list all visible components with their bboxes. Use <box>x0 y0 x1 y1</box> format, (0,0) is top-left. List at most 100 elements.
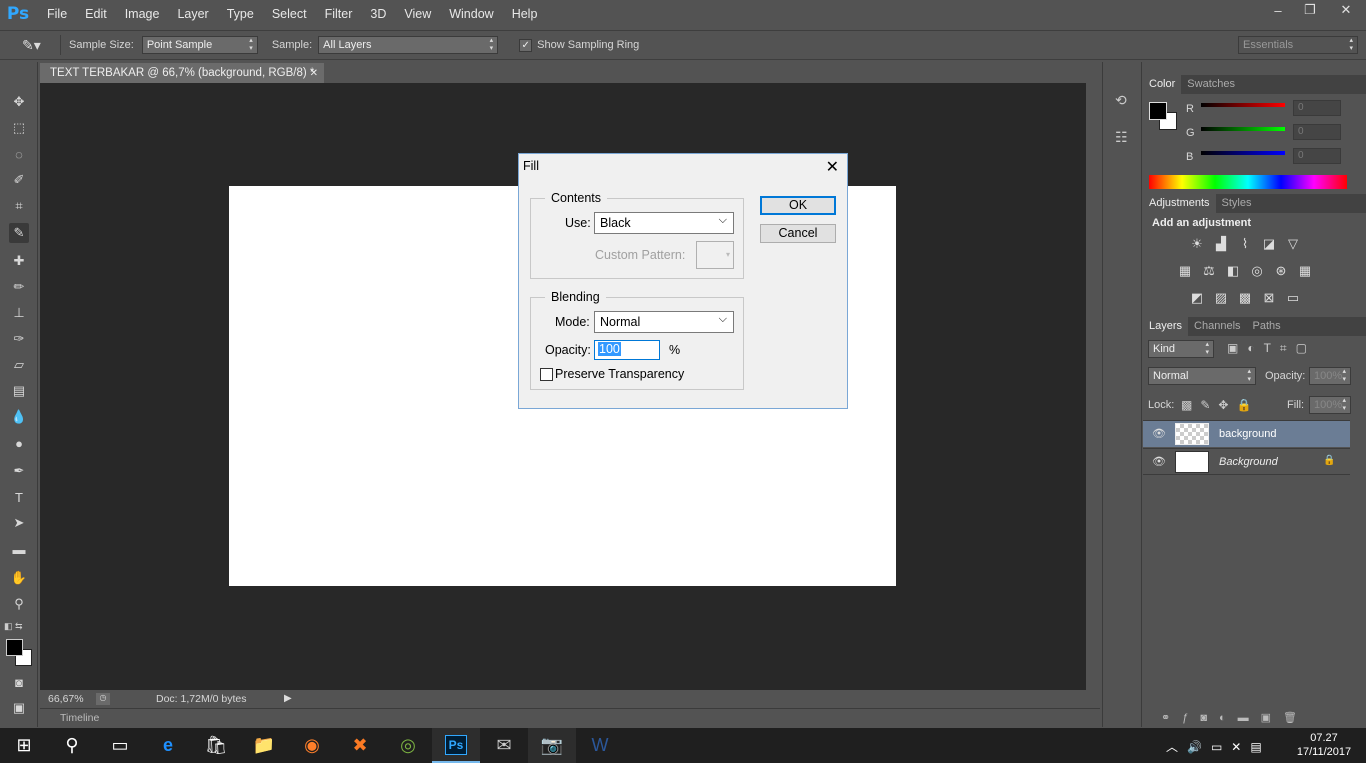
workspace-select[interactable]: Essentials <box>1238 36 1358 54</box>
camera-app-icon[interactable]: 📷 <box>528 728 576 763</box>
gradient-map-icon[interactable]: ▭ <box>1285 290 1301 305</box>
exposure-icon[interactable]: ◪ <box>1261 236 1277 251</box>
gradient-tool-icon[interactable]: ▤ <box>9 381 29 401</box>
color-spectrum[interactable] <box>1149 175 1347 189</box>
g-value[interactable]: 0 <box>1293 124 1341 140</box>
restore-button[interactable]: ❐ <box>1294 0 1326 20</box>
layer-name[interactable]: background <box>1219 428 1277 440</box>
menu-filter[interactable]: Filter <box>316 7 362 21</box>
brush-tool-icon[interactable]: ✏ <box>9 277 29 297</box>
hand-tool-icon[interactable]: ✋ <box>9 568 29 588</box>
visibility-eye-icon[interactable]: 👁 <box>1152 427 1166 440</box>
minimize-button[interactable]: – <box>1262 0 1294 20</box>
selective-color-icon[interactable]: ⊠ <box>1261 290 1277 305</box>
show-sampling-ring-checkbox[interactable]: ✓ <box>519 38 533 52</box>
vertical-scrollbar[interactable] <box>1086 83 1100 690</box>
cancel-button[interactable]: Cancel <box>760 224 836 243</box>
menu-select[interactable]: Select <box>263 7 316 21</box>
r-slider[interactable] <box>1201 103 1285 107</box>
levels-icon[interactable]: ▟ <box>1213 236 1229 251</box>
eyedropper-tool-icon[interactable]: ✎ <box>9 223 29 243</box>
visibility-eye-icon[interactable]: 👁 <box>1152 455 1166 468</box>
sample-select[interactable]: All Layers <box>318 36 499 54</box>
pen-tool-icon[interactable]: ✒ <box>9 461 29 481</box>
menu-window[interactable]: Window <box>440 7 502 21</box>
vibrance-icon[interactable]: ▽ <box>1285 236 1301 251</box>
task-view-icon[interactable]: ▭ <box>96 728 144 763</box>
ok-button[interactable]: OK <box>760 196 836 215</box>
path-selection-tool-icon[interactable]: ➤ <box>9 513 29 533</box>
menu-type[interactable]: Type <box>218 7 263 21</box>
tab-swatches[interactable]: Swatches <box>1181 75 1241 94</box>
blur-tool-icon[interactable]: 💧 <box>9 407 29 427</box>
color-lookup-icon[interactable]: ▦ <box>1297 263 1313 278</box>
photo-filter-icon[interactable]: ◎ <box>1249 263 1265 278</box>
history-brush-tool-icon[interactable]: ✑ <box>9 329 29 349</box>
tab-color[interactable]: Color <box>1143 75 1182 94</box>
android-studio-icon[interactable]: ◎ <box>384 728 432 763</box>
layer-fill-field[interactable]: 100% <box>1309 396 1351 414</box>
crop-tool-icon[interactable]: ⌗ <box>9 196 29 216</box>
menu-layer[interactable]: Layer <box>168 7 217 21</box>
sample-size-select[interactable]: Point Sample <box>141 36 258 54</box>
lasso-tool-icon[interactable]: ◌ <box>9 144 29 164</box>
g-slider[interactable] <box>1201 127 1285 131</box>
curves-icon[interactable]: ⌇ <box>1237 236 1253 251</box>
close-document-icon[interactable]: ✕ <box>310 68 318 79</box>
color-fg-swatch[interactable] <box>1149 102 1167 120</box>
xampp-icon[interactable]: ✖ <box>336 728 384 763</box>
eraser-tool-icon[interactable]: ▱ <box>9 355 29 375</box>
clone-stamp-tool-icon[interactable]: ⊥ <box>9 303 29 323</box>
healing-brush-tool-icon[interactable]: ✚ <box>9 251 29 271</box>
menu-3d[interactable]: 3D <box>361 7 395 21</box>
default-colors-icon[interactable]: ◧ ⇆ <box>4 621 34 631</box>
tab-layers[interactable]: Layers <box>1143 317 1189 336</box>
mode-select[interactable]: Normal <box>594 309 734 333</box>
menu-image[interactable]: Image <box>116 7 169 21</box>
clock[interactable]: 07.27 17/11/2017 <box>1291 731 1357 759</box>
layer-row-selected[interactable]: 👁 background <box>1143 420 1350 447</box>
posterize-icon[interactable]: ▨ <box>1213 290 1229 305</box>
marquee-tool-icon[interactable]: ⬚ <box>9 118 29 138</box>
r-value[interactable]: 0 <box>1293 100 1341 116</box>
layer-filter-select[interactable]: Kind <box>1148 340 1214 358</box>
tab-adjustments[interactable]: Adjustments <box>1143 194 1216 213</box>
opacity-input[interactable]: 100 <box>594 340 660 360</box>
windows-start-icon[interactable]: ⊞ <box>0 728 48 763</box>
quick-mask-icon[interactable]: ◙ <box>9 672 29 692</box>
history-panel-icon[interactable]: ⟲ <box>1115 92 1127 109</box>
edge-browser-icon[interactable]: e <box>144 728 192 763</box>
zoom-level[interactable]: 66,67% <box>48 693 92 705</box>
use-select[interactable]: Black <box>594 210 734 234</box>
black-white-icon[interactable]: ◧ <box>1225 263 1241 278</box>
threshold-icon[interactable]: ▩ <box>1237 290 1253 305</box>
color-balance-icon[interactable]: ⚖ <box>1201 263 1217 278</box>
status-icon[interactable]: ◷ <box>96 692 110 705</box>
app-icon[interactable]: ✉ <box>480 728 528 763</box>
b-slider[interactable] <box>1201 151 1285 155</box>
status-menu-arrow-icon[interactable]: ▶ <box>284 693 292 704</box>
move-tool-icon[interactable]: ✥ <box>9 92 29 112</box>
lock-icons[interactable]: ▩✎✥🔒 <box>1181 398 1259 412</box>
firefox-icon[interactable]: ◉ <box>288 728 336 763</box>
tab-styles[interactable]: Styles <box>1216 194 1258 213</box>
b-value[interactable]: 0 <box>1293 148 1341 164</box>
hue-saturation-icon[interactable]: ▦ <box>1177 263 1193 278</box>
screen-mode-icon[interactable]: ▣ <box>9 698 29 718</box>
properties-panel-icon[interactable]: ☷ <box>1115 129 1128 146</box>
type-tool-icon[interactable]: T <box>9 487 29 507</box>
menu-view[interactable]: View <box>395 7 440 21</box>
tab-channels[interactable]: Channels <box>1188 317 1246 336</box>
brightness-icon[interactable]: ☀ <box>1189 236 1205 251</box>
word-icon[interactable]: W <box>576 728 624 763</box>
close-window-button[interactable]: ✕ <box>1326 0 1366 20</box>
channel-mixer-icon[interactable]: ⊛ <box>1273 263 1289 278</box>
layer-opacity-field[interactable]: 100% <box>1309 367 1351 385</box>
tab-paths[interactable]: Paths <box>1247 317 1287 336</box>
store-icon[interactable]: 🛍 <box>192 728 240 763</box>
foreground-color-swatch[interactable] <box>6 639 23 656</box>
dodge-tool-icon[interactable]: ● <box>9 433 29 453</box>
document-tab[interactable]: TEXT TERBAKAR @ 66,7% (background, RGB/8… <box>40 63 324 83</box>
system-tray-icons[interactable]: ︿🔊▭✕▤ <box>1166 738 1271 755</box>
quick-selection-tool-icon[interactable]: ✐ <box>9 170 29 190</box>
